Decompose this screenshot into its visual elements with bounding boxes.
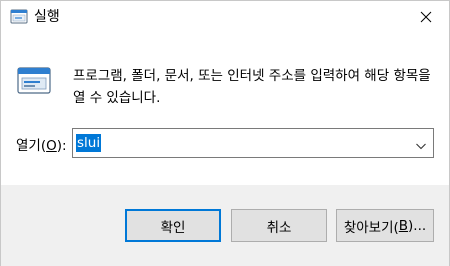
ok-button[interactable]: 확인 [125,209,221,242]
title-bar[interactable]: 실행 [1,1,449,33]
window-title: 실행 [34,9,60,25]
open-label-mnemonic: O [46,138,57,154]
browse-label-suffix: )... [408,217,427,234]
cancel-button[interactable]: 취소 [231,209,327,242]
run-dialog-icon [10,9,28,25]
dialog-content: 프로그램, 폴더, 문서, 또는 인터넷 주소를 입력하여 해당 항목을 열 수… [1,33,449,185]
dialog-description: 프로그램, 폴더, 문서, 또는 인터넷 주소를 입력하여 해당 항목을 열 수… [73,68,431,106]
browse-label-mnemonic: B [398,217,409,234]
open-label-suffix: ): [56,138,67,154]
open-label: 열기(O): [16,137,67,155]
browse-label-prefix: 찾아보기( [343,219,399,236]
close-button[interactable] [403,1,449,33]
button-bar: 확인 취소 찾아보기(B)... [1,185,449,266]
close-icon [420,8,432,27]
run-program-icon [16,65,52,97]
run-dialog: 실행 프로그램, 폴더, 문서, 또는 인터넷 주소를 입력하여 해당 항목을 … [0,0,450,266]
browse-button[interactable]: 찾아보기(B)... [336,209,434,242]
open-label-prefix: 열기( [16,138,47,154]
chevron-down-icon[interactable] [415,137,427,150]
open-input[interactable]: slui [76,134,102,152]
open-combobox[interactable]: slui [72,128,434,158]
